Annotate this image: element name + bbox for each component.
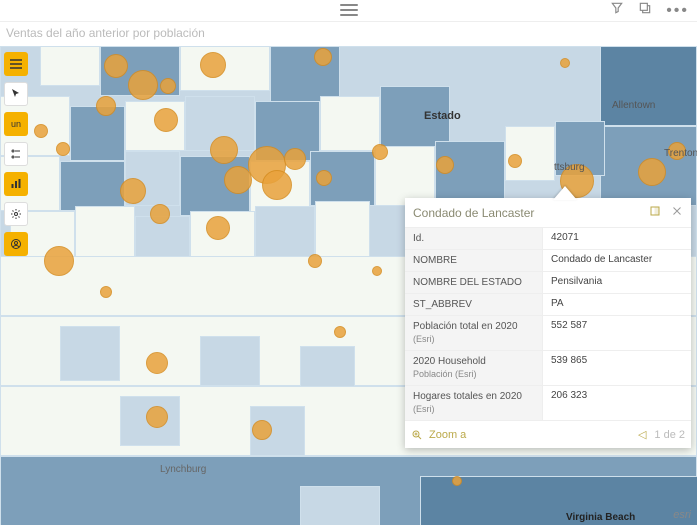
data-bubble[interactable] bbox=[200, 52, 226, 78]
export-icon[interactable] bbox=[638, 1, 652, 20]
popup-title: Condado de Lancaster bbox=[413, 206, 534, 220]
category-button[interactable] bbox=[4, 142, 28, 166]
city-label: Lynchburg bbox=[160, 464, 206, 475]
data-bubble[interactable] bbox=[508, 154, 522, 168]
page-title: Ventas del año anterior por población bbox=[6, 26, 205, 40]
data-bubble[interactable] bbox=[128, 70, 158, 100]
data-bubble[interactable] bbox=[146, 352, 168, 374]
feature-popup: Condado de Lancaster Id.42071 NOMBRECond… bbox=[405, 198, 691, 448]
popup-pointer bbox=[553, 186, 577, 200]
data-bubble[interactable] bbox=[252, 420, 272, 440]
settings-button[interactable] bbox=[4, 202, 28, 226]
city-label: ttsburg bbox=[554, 162, 585, 173]
chart-button[interactable] bbox=[4, 172, 28, 196]
top-menu-icon[interactable] bbox=[340, 4, 358, 16]
map-canvas[interactable]: Estado Allentown Trenton ttsburg Lynchbu… bbox=[0, 46, 697, 525]
data-bubble[interactable] bbox=[638, 158, 666, 186]
filter-icon[interactable] bbox=[610, 1, 624, 20]
left-toolbar: un bbox=[4, 52, 28, 256]
data-bubble[interactable] bbox=[104, 54, 128, 78]
data-bubble[interactable] bbox=[284, 148, 306, 170]
data-bubble[interactable] bbox=[436, 156, 454, 174]
pager-text: 1 de 2 bbox=[654, 429, 685, 441]
more-icon[interactable]: ••• bbox=[666, 2, 689, 20]
menu-button[interactable] bbox=[4, 52, 28, 76]
state-label: Estado bbox=[424, 110, 461, 122]
pager-prev-icon[interactable]: ◁ bbox=[638, 428, 646, 441]
data-bubble[interactable] bbox=[452, 476, 462, 486]
city-label: Virginia Beach bbox=[566, 512, 635, 523]
data-bubble[interactable] bbox=[146, 406, 168, 428]
dock-icon[interactable] bbox=[649, 205, 661, 220]
data-bubble[interactable] bbox=[224, 166, 252, 194]
data-bubble[interactable] bbox=[560, 58, 570, 68]
data-bubble[interactable] bbox=[44, 246, 74, 276]
attribution-label: esri bbox=[673, 509, 691, 521]
data-bubble[interactable] bbox=[154, 108, 178, 132]
data-bubble[interactable] bbox=[262, 170, 292, 200]
data-bubble[interactable] bbox=[34, 124, 48, 138]
popup-pager: ◁ 1 de 2 bbox=[638, 428, 685, 441]
close-icon[interactable] bbox=[671, 205, 683, 220]
data-bubble[interactable] bbox=[372, 266, 382, 276]
data-bubble[interactable] bbox=[308, 254, 322, 268]
city-label: Allentown bbox=[612, 100, 655, 111]
popup-body: Id.42071 NOMBRECondado de Lancaster NOMB… bbox=[405, 228, 691, 420]
data-bubble[interactable] bbox=[372, 144, 388, 160]
user-button[interactable] bbox=[4, 232, 28, 256]
data-bubble[interactable] bbox=[314, 48, 332, 66]
zoom-to-button[interactable]: Zoom a bbox=[411, 429, 466, 441]
data-bubble[interactable] bbox=[150, 204, 170, 224]
data-bubble[interactable] bbox=[210, 136, 238, 164]
unit-button[interactable]: un bbox=[4, 112, 28, 136]
data-bubble[interactable] bbox=[100, 286, 112, 298]
data-bubble[interactable] bbox=[160, 78, 176, 94]
data-bubble[interactable] bbox=[206, 216, 230, 240]
data-bubble[interactable] bbox=[96, 96, 116, 116]
select-button[interactable] bbox=[4, 82, 28, 106]
data-bubble[interactable] bbox=[316, 170, 332, 186]
data-bubble[interactable] bbox=[120, 178, 146, 204]
city-label: Trenton bbox=[664, 148, 697, 159]
data-bubble[interactable] bbox=[334, 326, 346, 338]
data-bubble[interactable] bbox=[56, 142, 70, 156]
